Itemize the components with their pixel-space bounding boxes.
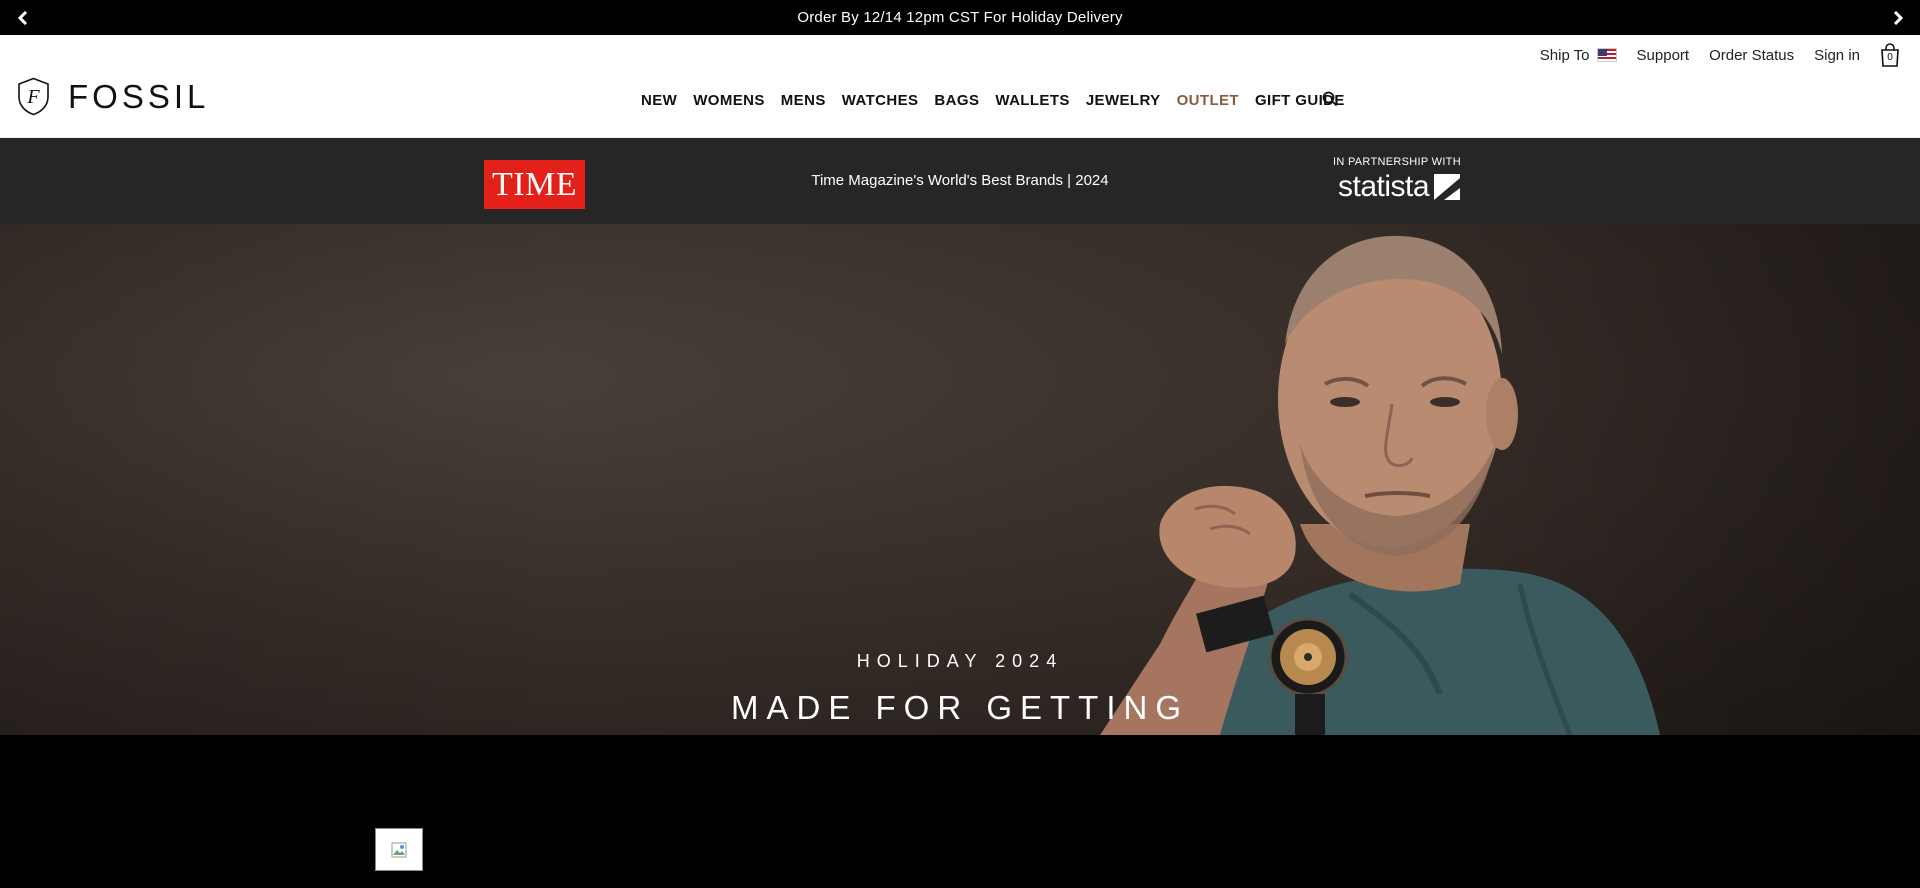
search-icon xyxy=(1322,91,1338,107)
bag-count: 0 xyxy=(1887,52,1893,63)
fossil-logo[interactable]: F FOSSIL xyxy=(17,77,209,116)
fossil-shield-icon: F xyxy=(18,77,49,116)
nav-item-womens[interactable]: WOMENS xyxy=(693,92,765,109)
promo-next-button[interactable] xyxy=(1880,0,1915,35)
us-flag-icon xyxy=(1596,48,1617,62)
hero-banner[interactable]: HOLIDAY 2024 MADE FOR GETTING xyxy=(0,224,1920,735)
promo-bar: Order By 12/14 12pm CST For Holiday Deli… xyxy=(0,0,1920,35)
statista-logo-text: statista xyxy=(1338,170,1430,203)
ship-to-selector[interactable]: Ship To xyxy=(1540,47,1617,64)
order-status-link[interactable]: Order Status xyxy=(1709,47,1794,64)
search-button[interactable] xyxy=(1322,91,1338,112)
partner-badge: IN PARTNERSHIP WITH statista xyxy=(1333,156,1461,204)
chevron-left-icon xyxy=(17,10,27,25)
hero-eyebrow: HOLIDAY 2024 xyxy=(856,651,1064,671)
nav-item-watches[interactable]: WATCHES xyxy=(842,92,919,109)
promo-message[interactable]: Order By 12/14 12pm CST For Holiday Deli… xyxy=(797,9,1122,26)
svg-text:F: F xyxy=(26,86,40,108)
chevron-right-icon xyxy=(1893,10,1903,25)
nav-item-new[interactable]: NEW xyxy=(641,92,677,109)
nav-item-bags[interactable]: BAGS xyxy=(934,92,979,109)
utility-nav: Ship To Support Order Status Sign in 0 xyxy=(1520,43,1900,67)
broken-image-icon xyxy=(391,842,407,857)
nav-item-mens[interactable]: MENS xyxy=(781,92,826,109)
hero-headline: MADE FOR GETTING xyxy=(731,689,1189,726)
nav-item-jewelry[interactable]: JEWELRY xyxy=(1086,92,1161,109)
nav-item-wallets[interactable]: WALLETS xyxy=(995,92,1069,109)
ship-to-label: Ship To xyxy=(1539,46,1590,64)
nav-item-outlet[interactable]: OUTLET xyxy=(1177,92,1239,109)
partner-label: IN PARTNERSHIP WITH xyxy=(1333,156,1461,168)
broken-image-placeholder xyxy=(375,828,423,871)
sign-in-link[interactable]: Sign in xyxy=(1814,47,1860,64)
site-header: Ship To Support Order Status Sign in 0 F… xyxy=(0,35,1920,138)
statista-mark-icon xyxy=(1434,174,1461,200)
time-banner-text: Time Magazine's World's Best Brands | 20… xyxy=(811,172,1109,189)
promo-prev-button[interactable] xyxy=(5,0,40,35)
main-nav: NEW WOMENS MENS WATCHES BAGS WALLETS JEW… xyxy=(641,92,1361,109)
shopping-bag-button[interactable]: 0 xyxy=(1880,43,1900,67)
lower-section xyxy=(0,735,1920,888)
support-link[interactable]: Support xyxy=(1637,47,1690,64)
time-award-banner[interactable]: TIME Time Magazine's World's Best Brands… xyxy=(0,138,1920,224)
brand-wordmark: FOSSIL xyxy=(68,77,210,115)
